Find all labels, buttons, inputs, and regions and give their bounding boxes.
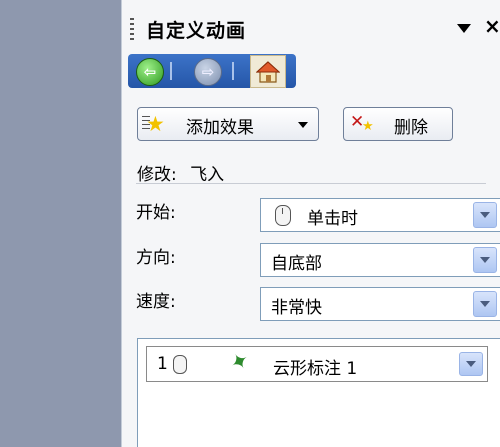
custom-animation-pane: 自定义动画 × ⇦ ⇨ ★ 添加效果 ✕ ★ 删除 修改: 飞入 开始: 单击时… xyxy=(121,0,500,447)
start-value: 单击时 xyxy=(307,209,358,229)
star-icon: ★ xyxy=(362,119,374,134)
start-label: 开始: xyxy=(136,203,176,223)
chevron-down-icon xyxy=(480,257,490,263)
chevron-down-icon xyxy=(480,212,490,218)
star-icon: ★ xyxy=(146,112,165,136)
chevron-down-icon xyxy=(298,122,308,128)
pane-titlebar: 自定义动画 × xyxy=(122,8,500,48)
dropdown-button[interactable] xyxy=(473,202,497,228)
mouse-icon xyxy=(173,355,187,374)
direction-label: 方向: xyxy=(136,248,176,268)
animation-list[interactable]: 1 ✦ 云形标注 1 xyxy=(137,338,500,447)
add-effect-label: 添加效果 xyxy=(186,118,254,138)
forward-arrow-icon[interactable]: ⇨ xyxy=(194,58,222,86)
home-icon[interactable] xyxy=(250,55,286,88)
pane-title: 自定义动画 xyxy=(146,20,247,42)
direction-value: 自底部 xyxy=(271,254,322,274)
green-star-pin-icon: ✦ xyxy=(225,347,255,378)
list-item[interactable]: 1 ✦ 云形标注 1 xyxy=(146,346,488,382)
item-name: 云形标注 1 xyxy=(273,359,358,379)
desktop-background xyxy=(0,0,120,447)
delete-label: 删除 xyxy=(394,118,428,138)
start-dropdown[interactable]: 单击时 xyxy=(260,198,500,232)
back-arrow-icon[interactable]: ⇦ xyxy=(136,58,164,86)
speed-dropdown[interactable]: 非常快 xyxy=(260,287,500,321)
nav-separator xyxy=(232,62,234,80)
dropdown-button[interactable] xyxy=(473,247,497,273)
task-pane-nav-bar: ⇦ ⇨ xyxy=(128,54,296,88)
modify-label: 修改: xyxy=(137,165,177,185)
add-effect-button[interactable]: ★ 添加效果 xyxy=(137,107,319,141)
modify-caption: 修改: 飞入 xyxy=(137,160,224,185)
delete-button[interactable]: ✕ ★ 删除 xyxy=(343,107,453,141)
divider xyxy=(136,183,486,184)
drag-grip-icon[interactable] xyxy=(130,18,134,40)
chevron-down-icon xyxy=(480,301,490,307)
dropdown-button[interactable] xyxy=(473,291,497,317)
direction-dropdown[interactable]: 自底部 xyxy=(260,243,500,277)
dropdown-button[interactable] xyxy=(459,352,483,376)
speed-value: 非常快 xyxy=(271,298,322,318)
pane-options-dropdown-icon[interactable] xyxy=(457,24,471,33)
chevron-down-icon xyxy=(466,361,476,367)
modify-effect-name: 飞入 xyxy=(190,165,225,185)
close-icon[interactable]: × xyxy=(484,14,500,38)
item-index: 1 xyxy=(157,354,168,374)
speed-label: 速度: xyxy=(136,292,176,312)
nav-separator xyxy=(170,62,172,80)
mouse-icon xyxy=(275,205,291,226)
